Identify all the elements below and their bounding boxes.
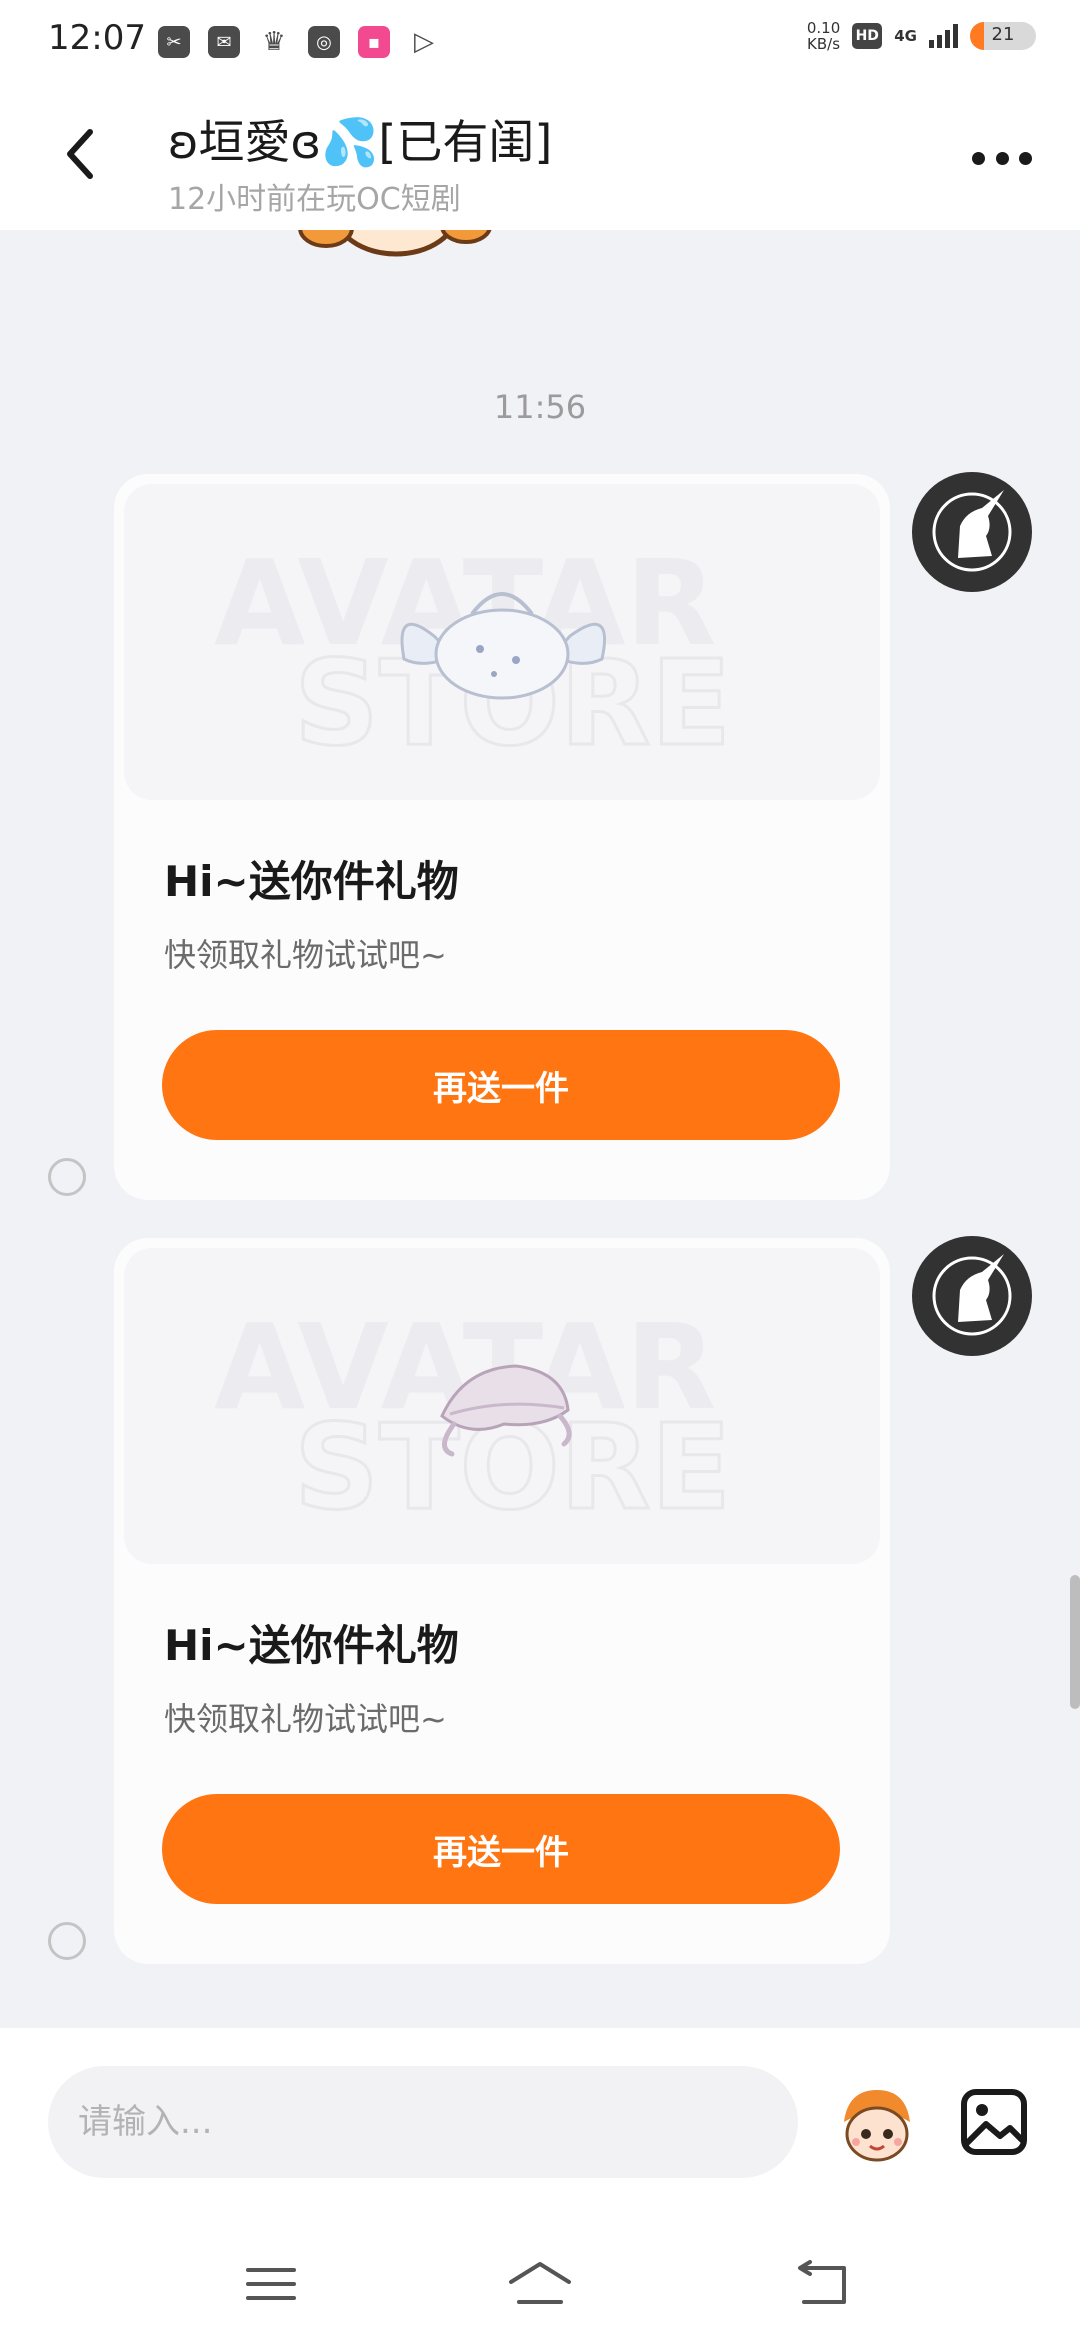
gift-card[interactable]: AVATAR STORE Hi~送你件礼物 快领取礼物试试吧~ 再送一件 xyxy=(114,1238,890,1964)
scissors-app-icon: ✂ xyxy=(158,26,190,58)
search-app-icon: ◎ xyxy=(308,26,340,58)
status-bar: 12:07 ✂ ✉ ♛ ◎ ▪ ▷ 0.10 KB/s HD 4G 21 xyxy=(0,0,1080,84)
hd-badge: HD xyxy=(852,23,883,49)
status-time: 12:07 xyxy=(48,18,146,58)
gift-banner: AVATAR STORE xyxy=(124,484,880,800)
sticker-button[interactable] xyxy=(834,2082,920,2168)
message-timestamp: 11:56 xyxy=(493,388,587,426)
gift-subtitle: 快领取礼物试试吧~ xyxy=(164,1700,447,1738)
home-icon xyxy=(509,2262,571,2304)
avatar[interactable] xyxy=(912,472,1032,592)
image-picker-icon xyxy=(961,2089,1027,2155)
chat-header: ʚ垣愛ɞ💦[已有闺] 12小时前在玩OC短剧 xyxy=(0,84,1080,230)
menu-icon xyxy=(246,2268,296,2300)
send-again-button[interactable]: 再送一件 xyxy=(162,1794,840,1904)
crown-app-icon: ♛ xyxy=(262,27,286,57)
battery-level: 21 xyxy=(991,24,1015,45)
battery-icon: 21 xyxy=(970,22,1036,50)
input-bar xyxy=(0,2028,1080,2228)
net-speed-value: 0.10 xyxy=(806,19,841,37)
back-arrow-icon[interactable] xyxy=(58,124,104,184)
menu-button[interactable] xyxy=(236,2258,306,2310)
ruffled-bonnet-item xyxy=(440,1364,572,1457)
back-nav-button[interactable] xyxy=(788,2258,858,2310)
bilibili-app-icon: ▪ xyxy=(358,26,390,58)
winged-bag-item xyxy=(400,592,607,700)
network-type: 4G xyxy=(894,27,917,45)
play-app-icon: ▷ xyxy=(414,27,434,57)
mail-app-icon: ✉ xyxy=(208,26,240,58)
gift-subtitle: 快领取礼物试试吧~ xyxy=(164,936,447,974)
chat-messages[interactable]: 11:56 AVATAR STORE Hi~送你件礼物 快领取礼物试试吧~ 再送… xyxy=(0,230,1080,2028)
home-button[interactable] xyxy=(505,2258,575,2310)
status-right: 0.10 KB/s HD 4G 21 xyxy=(807,20,1036,52)
gift-banner: AVATAR STORE xyxy=(124,1248,880,1564)
sticker-image xyxy=(298,230,492,257)
notification-icons: ✂ ✉ ♛ ◎ ▪ ▷ xyxy=(158,24,440,60)
gift-card[interactable]: AVATAR STORE Hi~送你件礼物 快领取礼物试试吧~ 再送一件 xyxy=(114,474,890,1200)
avatar[interactable] xyxy=(912,1236,1032,1356)
more-dots-icon[interactable] xyxy=(972,148,1032,168)
scrollbar-thumb[interactable] xyxy=(1070,1575,1080,1709)
select-message-radio[interactable] xyxy=(48,1922,86,1960)
unicorn-logo-icon xyxy=(932,1254,1012,1336)
back-nav-icon xyxy=(798,2260,846,2304)
send-again-button[interactable]: 再送一件 xyxy=(162,1030,840,1140)
select-message-radio[interactable] xyxy=(48,1158,86,1196)
signal-icon xyxy=(929,24,958,48)
gift-title: Hi~送你件礼物 xyxy=(164,857,459,906)
message-input[interactable] xyxy=(48,2066,798,2178)
system-nav-bar xyxy=(0,2228,1080,2340)
gift-title: Hi~送你件礼物 xyxy=(164,1621,459,1670)
unicorn-logo-icon xyxy=(932,490,1012,572)
network-speed: 0.10 KB/s xyxy=(807,20,840,52)
image-button[interactable] xyxy=(958,2086,1030,2158)
sticker-face-icon xyxy=(844,2090,910,2162)
net-speed-unit: KB/s xyxy=(807,35,841,53)
chat-title[interactable]: ʚ垣愛ɞ💦[已有闺] xyxy=(168,106,552,172)
chat-status: 12小时前在玩OC短剧 xyxy=(168,182,461,217)
